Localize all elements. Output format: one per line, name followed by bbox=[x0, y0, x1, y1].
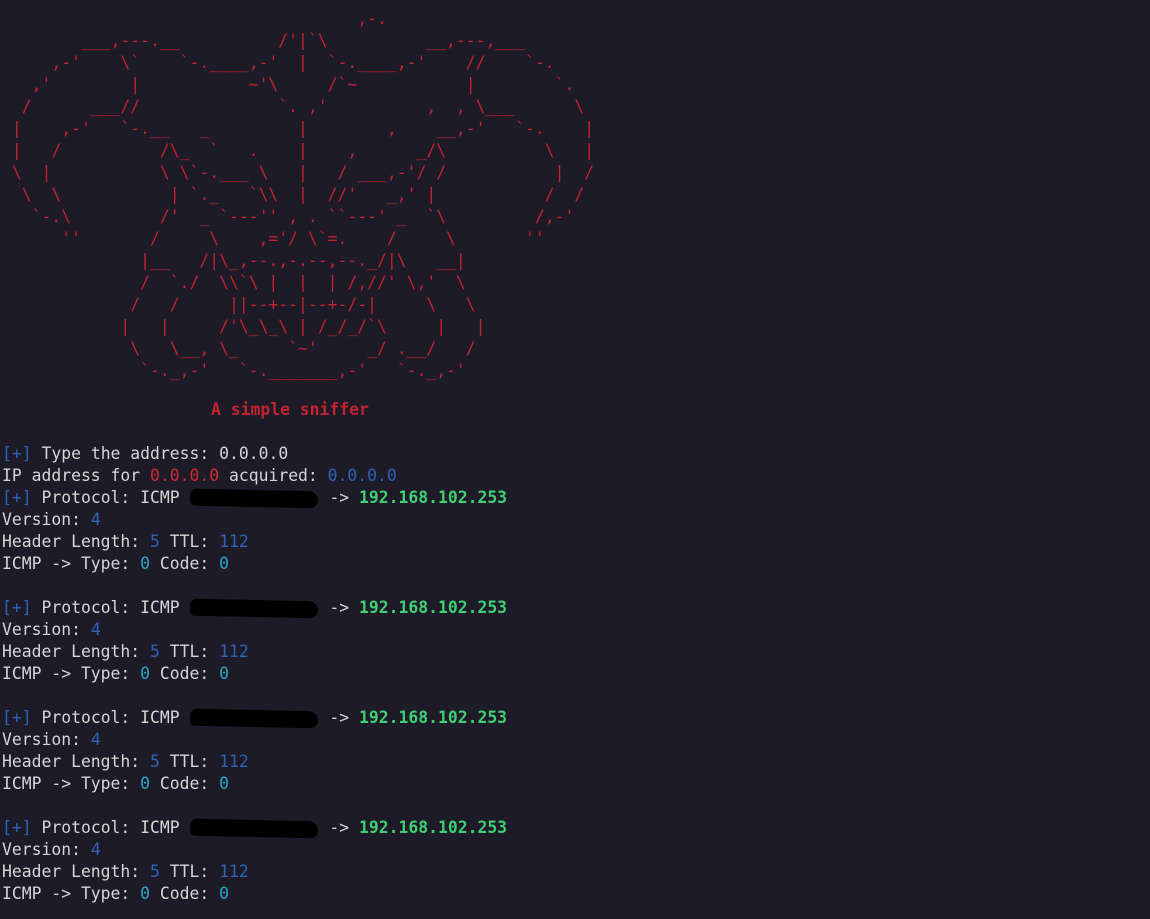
header-length-value: 5 bbox=[150, 532, 160, 551]
packet-icmp-line: ICMP -> Type: 0 Code: 0 bbox=[2, 553, 1142, 575]
protocol-label: Protocol: bbox=[41, 818, 131, 837]
version-label: Version: bbox=[2, 620, 81, 639]
version-value: 4 bbox=[90, 510, 101, 529]
destination-address: 192.168.102.253 bbox=[359, 598, 508, 617]
ttl-label: TTL: bbox=[169, 642, 210, 661]
resolved-address: 0.0.0.0 bbox=[327, 466, 397, 485]
acquired-address: 0.0.0.0 bbox=[150, 466, 220, 485]
destination-address: 192.168.102.253 bbox=[359, 818, 508, 837]
protocol-value: ICMP bbox=[140, 598, 180, 617]
banner-subtitle: A simple sniffer bbox=[211, 400, 369, 419]
header-length-label: Header Length: bbox=[2, 532, 141, 551]
packet-icmp-line: ICMP -> Type: 0 Code: 0 bbox=[2, 773, 1142, 795]
prompt-label: Type the address: bbox=[41, 444, 210, 463]
ttl-value: 112 bbox=[219, 862, 249, 881]
acquired-middle: acquired: bbox=[228, 466, 318, 485]
icmp-type-value: 0 bbox=[140, 554, 151, 573]
header-length-value: 5 bbox=[150, 642, 160, 661]
icmp-type-value: 0 bbox=[140, 664, 151, 683]
protocol-label: Protocol: bbox=[41, 598, 131, 617]
packet-marker: [+] bbox=[2, 818, 32, 837]
protocol-value: ICMP bbox=[140, 818, 180, 837]
icmp-type-label: ICMP -> Type: bbox=[2, 664, 131, 683]
header-length-value: 5 bbox=[150, 862, 160, 881]
redacted-source-address bbox=[189, 708, 318, 729]
header-length-value: 5 bbox=[150, 752, 160, 771]
redacted-source-address bbox=[189, 598, 318, 619]
ascii-art-banner: ,-. ___,---.__ /'|`\ __,---,___ ,-' \` `… bbox=[11, 9, 595, 380]
ttl-label: TTL: bbox=[169, 532, 210, 551]
ttl-label: TTL: bbox=[169, 752, 210, 771]
terminal-window: ,-. ___,---.__ /'|`\ __,---,___ ,-' \` `… bbox=[0, 0, 1150, 919]
destination-address: 192.168.102.253 bbox=[359, 488, 508, 507]
icmp-type-label: ICMP -> Type: bbox=[2, 554, 131, 573]
packet-icmp-line: ICMP -> Type: 0 Code: 0 bbox=[2, 663, 1142, 685]
address-acquired-line: IP address for 0.0.0.0 acquired: 0.0.0.0 bbox=[2, 465, 1142, 487]
packet-version-line: Version: 4 bbox=[2, 619, 1142, 641]
code-value: 0 bbox=[219, 664, 230, 683]
protocol-value: ICMP bbox=[140, 708, 180, 727]
packet-protocol-line: [+] Protocol: ICMP -> 192.168.102.253 bbox=[2, 487, 1142, 509]
version-label: Version: bbox=[2, 510, 81, 529]
redacted-source-address bbox=[189, 488, 318, 509]
packet-header-line: Header Length: 5 TTL: 112 bbox=[2, 751, 1142, 773]
address-prompt-line: [+] Type the address: 0.0.0.0 bbox=[2, 443, 1142, 465]
terminal-output: [+] Type the address: 0.0.0.0 IP address… bbox=[2, 443, 1142, 905]
code-label: Code: bbox=[159, 884, 210, 903]
packet-version-line: Version: 4 bbox=[2, 509, 1142, 531]
code-value: 0 bbox=[219, 884, 230, 903]
icmp-type-label: ICMP -> Type: bbox=[2, 774, 131, 793]
ttl-value: 112 bbox=[219, 752, 249, 771]
acquired-prefix: IP address for bbox=[2, 466, 141, 485]
packet-header-line: Header Length: 5 TTL: 112 bbox=[2, 641, 1142, 663]
destination-address: 192.168.102.253 bbox=[359, 708, 508, 727]
header-length-label: Header Length: bbox=[2, 862, 141, 881]
packet-marker: [+] bbox=[2, 488, 32, 507]
prompt-marker: [+] bbox=[2, 444, 32, 463]
icmp-type-label: ICMP -> Type: bbox=[2, 884, 131, 903]
version-label: Version: bbox=[2, 840, 81, 859]
packet-marker: [+] bbox=[2, 708, 32, 727]
packet-header-line: Header Length: 5 TTL: 112 bbox=[2, 531, 1142, 553]
protocol-label: Protocol: bbox=[41, 708, 131, 727]
icmp-type-value: 0 bbox=[140, 774, 151, 793]
packet-version-line: Version: 4 bbox=[2, 839, 1142, 861]
code-label: Code: bbox=[159, 554, 210, 573]
address-input-value[interactable]: 0.0.0.0 bbox=[219, 444, 288, 463]
code-label: Code: bbox=[159, 664, 210, 683]
protocol-label: Protocol: bbox=[41, 488, 131, 507]
packet-header-line: Header Length: 5 TTL: 112 bbox=[2, 861, 1142, 883]
arrow: -> bbox=[329, 488, 350, 507]
version-value: 4 bbox=[90, 840, 101, 859]
version-value: 4 bbox=[90, 620, 101, 639]
icmp-type-value: 0 bbox=[140, 884, 151, 903]
version-value: 4 bbox=[90, 730, 101, 749]
packet-protocol-line: [+] Protocol: ICMP -> 192.168.102.253 bbox=[2, 597, 1142, 619]
arrow: -> bbox=[329, 598, 350, 617]
ttl-value: 112 bbox=[219, 532, 249, 551]
ttl-label: TTL: bbox=[169, 862, 210, 881]
ttl-value: 112 bbox=[219, 642, 249, 661]
packet-protocol-line: [+] Protocol: ICMP -> 192.168.102.253 bbox=[2, 817, 1142, 839]
arrow: -> bbox=[329, 818, 350, 837]
protocol-value: ICMP bbox=[140, 488, 180, 507]
version-label: Version: bbox=[2, 730, 81, 749]
code-label: Code: bbox=[159, 774, 210, 793]
packet-protocol-line: [+] Protocol: ICMP -> 192.168.102.253 bbox=[2, 707, 1142, 729]
code-value: 0 bbox=[219, 554, 230, 573]
packet-marker: [+] bbox=[2, 598, 32, 617]
redacted-source-address bbox=[189, 818, 318, 839]
header-length-label: Header Length: bbox=[2, 642, 141, 661]
code-value: 0 bbox=[219, 774, 230, 793]
header-length-label: Header Length: bbox=[2, 752, 141, 771]
packet-version-line: Version: 4 bbox=[2, 729, 1142, 751]
packet-icmp-line: ICMP -> Type: 0 Code: 0 bbox=[2, 883, 1142, 905]
arrow: -> bbox=[329, 708, 350, 727]
